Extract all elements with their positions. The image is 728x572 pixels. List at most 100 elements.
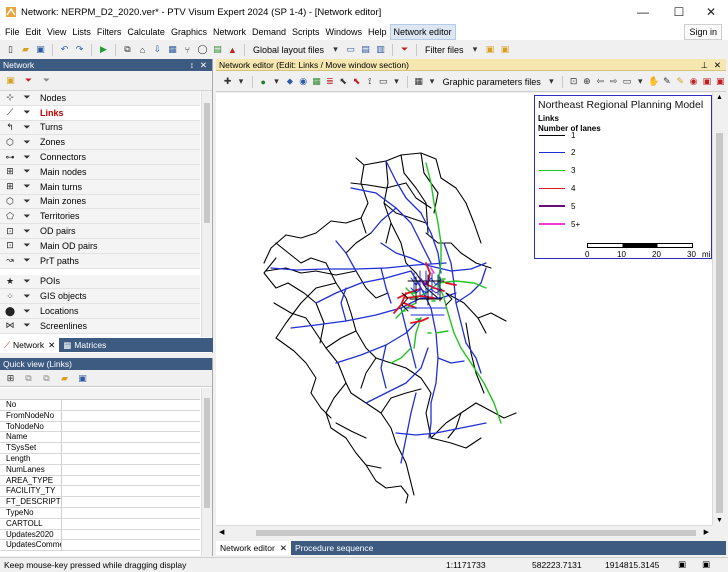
network-list-scrollbar[interactable] (201, 91, 212, 337)
attribute-value[interactable] (62, 421, 200, 432)
pointer-icon[interactable]: ⬉ (351, 75, 362, 88)
menu-view[interactable]: View (44, 25, 69, 39)
chevron-down-icon[interactable]: ▾ (391, 75, 402, 88)
paste-icon[interactable]: ⧉ (40, 372, 53, 385)
quick-view-row[interactable]: Updates2020 (0, 529, 200, 541)
back-icon[interactable]: ⇦ (595, 75, 606, 88)
layers-icon[interactable]: ▦ (166, 43, 179, 56)
network-item[interactable]: ★ ⏷ POIs (0, 274, 200, 290)
quick-view-row[interactable]: FT_DESCRIPTIO (0, 497, 200, 508)
network-item[interactable]: ⬡ ⏷ Zones (0, 135, 200, 151)
quick-view-row[interactable]: TypeNo (0, 507, 200, 519)
redo-icon[interactable]: ↷ (73, 43, 86, 56)
quick-view-row[interactable]: CARTOLL (0, 518, 200, 530)
network-item[interactable]: ⊹ ⏷ Nodes (0, 91, 200, 106)
display-icon[interactable]: ▭ (377, 75, 388, 88)
home-icon[interactable]: ⌂ (136, 43, 149, 56)
split-icon[interactable]: ⑂ (181, 43, 194, 56)
hand-icon[interactable]: ✋ (648, 75, 659, 88)
run-icon[interactable]: ▶ (97, 43, 110, 56)
tab-procedure-sequence[interactable]: Procedure sequence (291, 541, 377, 555)
quick-view-row[interactable]: Length (0, 453, 200, 465)
menu-network[interactable]: Network (210, 25, 249, 39)
location-icon[interactable]: ◉ (298, 75, 309, 88)
filter-off-icon[interactable]: ⏷ (40, 74, 53, 87)
download-icon[interactable]: ⇩ (151, 43, 164, 56)
zoom-window-icon[interactable]: ⊡ (568, 75, 579, 88)
menu-filters[interactable]: Filters (94, 25, 125, 39)
filter-icon[interactable]: ⏷ (18, 137, 36, 148)
chevron-down-icon[interactable]: ▾ (329, 43, 342, 56)
layout-single-icon[interactable]: ▭ (344, 43, 357, 56)
scroll-right-icon[interactable]: ▶ (704, 528, 709, 536)
globe-icon[interactable]: ● (258, 75, 269, 88)
network-item[interactable]: ⊡ ⏷ Main OD pairs (0, 238, 200, 254)
network-item[interactable]: ⊞ ⏷ Main nodes (0, 164, 200, 180)
quick-view-row[interactable]: UpdatesComme (0, 540, 200, 552)
close-icon[interactable]: ✕ (200, 59, 207, 71)
quick-view-row[interactable]: Name (0, 432, 200, 444)
zoom-in-icon[interactable]: ⊕ (581, 75, 592, 88)
open-file-icon[interactable]: ▰ (19, 43, 32, 56)
attribute-value[interactable] (62, 464, 200, 475)
menu-calculate[interactable]: Calculate (124, 25, 168, 39)
filter-icon[interactable]: ⏷ (18, 226, 36, 237)
filter-icon[interactable]: ⏷ (18, 92, 36, 103)
filter-icon[interactable]: ⏷ (18, 240, 36, 251)
menu-edit[interactable]: Edit (23, 25, 45, 39)
minimize-button[interactable]: — (626, 0, 660, 24)
save-icon[interactable]: ▣ (76, 372, 89, 385)
chart-icon[interactable]: ▲ (226, 43, 239, 56)
tab-matrices[interactable]: ▦ Matrices (59, 338, 110, 352)
filter-settings-icon[interactable]: ▣ (484, 43, 497, 56)
print-icon[interactable]: ▣ (678, 559, 686, 570)
network-item[interactable]: ⋈ ⏷ Screenlines (0, 318, 200, 334)
network-item[interactable]: ⟋ ⏷ Links (0, 105, 200, 121)
filter-icon[interactable]: ⏷ (18, 166, 36, 177)
menu-graphics[interactable]: Graphics (168, 25, 210, 39)
record-icon[interactable]: ◉ (688, 75, 699, 88)
filter-files-dropdown[interactable]: Filter files (422, 45, 467, 55)
chevron-down-icon[interactable]: ▾ (426, 75, 437, 88)
forward-icon[interactable]: ⇨ (608, 75, 619, 88)
pin-icon[interactable]: ⊥ (701, 59, 708, 71)
filter-icon[interactable]: ⏷ (18, 320, 36, 331)
menu-windows[interactable]: Windows (323, 25, 366, 39)
filter-icon[interactable]: ⏷ (398, 43, 411, 56)
edit-icon[interactable]: ✎ (661, 75, 672, 88)
filter-icon[interactable]: ⏷ (18, 306, 36, 317)
network-item[interactable]: ⊶ ⏷ Connectors (0, 150, 200, 165)
scroll-up-icon[interactable]: ▲ (716, 94, 723, 101)
network-item[interactable]: ⁘ ⏷ GIS objects (0, 289, 200, 305)
graphic-parameters-icon[interactable]: ▦ (413, 75, 424, 88)
layout-split-icon[interactable]: ▤ (359, 43, 372, 56)
quick-view-row[interactable]: ToNodeNo (0, 421, 200, 433)
settings-icon[interactable]: ▣ (715, 75, 726, 88)
map-horizontal-scrollbar[interactable]: ◀ ▶ (216, 525, 712, 540)
map-settings-icon[interactable]: ▣ (702, 559, 710, 570)
chevron-down-icon[interactable]: ▾ (271, 75, 282, 88)
quick-view-scrollbar[interactable] (201, 388, 212, 556)
close-icon[interactable]: ✕ (48, 340, 55, 351)
network-item[interactable]: ⬤ ⏷ Locations (0, 304, 200, 319)
attribute-value[interactable] (62, 529, 200, 540)
attribute-value[interactable] (62, 410, 200, 421)
undo-icon[interactable]: ↶ (58, 43, 71, 56)
chevron-down-icon[interactable]: ▾ (469, 43, 482, 56)
close-button[interactable]: ✕ (694, 0, 728, 24)
network-item[interactable]: ⬡ ⏷ Main zones (0, 194, 200, 210)
attribute-value[interactable] (62, 475, 200, 486)
network-item[interactable]: ⊞ ⏷ Main turns (0, 179, 200, 195)
menu-help[interactable]: Help (365, 25, 390, 39)
menu-lists[interactable]: Lists (69, 25, 94, 39)
global-layout-dropdown[interactable]: Global layout files (250, 45, 327, 55)
scroll-down-icon[interactable]: ▼ (716, 517, 723, 524)
quick-view-row[interactable]: AREA_TYPE (0, 475, 200, 487)
scroll-thumb[interactable] (256, 530, 696, 536)
scroll-thumb[interactable] (204, 103, 210, 223)
filter-icon[interactable]: ⏷ (18, 291, 36, 302)
window-icon[interactable]: ⧉ (121, 43, 134, 56)
view-icon[interactable]: ▭ (621, 75, 632, 88)
filter-icon[interactable]: ⏷ (18, 181, 36, 192)
object-types-icon[interactable]: ▣ (4, 74, 17, 87)
